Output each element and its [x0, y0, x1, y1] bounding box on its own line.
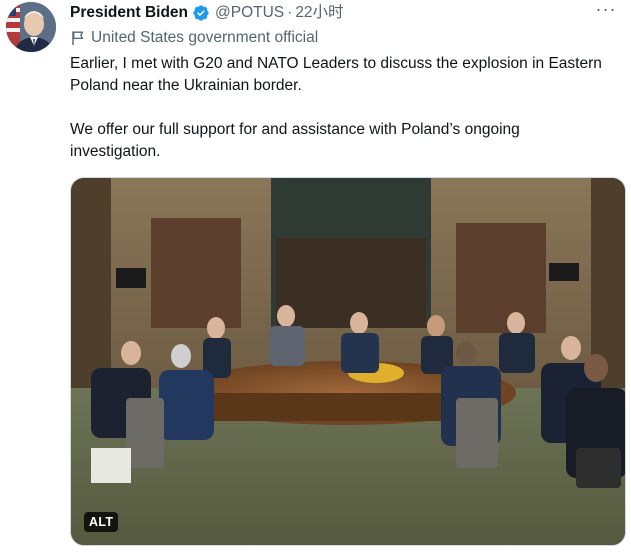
author-handle[interactable]: @POTUS: [215, 3, 284, 23]
separator-dot: ·: [287, 4, 293, 21]
verified-badge-icon: [192, 4, 210, 22]
author-name[interactable]: President Biden: [70, 3, 188, 23]
government-label-text: United States government official: [91, 29, 319, 46]
meeting-photo: [71, 178, 625, 545]
tweet-paragraph: We offer our full support for and assist…: [70, 121, 520, 160]
tweet-photo[interactable]: ALT: [70, 177, 626, 546]
tweet: President Biden @POTUS · 22小时 ··· United…: [0, 0, 631, 555]
avatar-photo: [6, 2, 56, 52]
alt-text-badge[interactable]: ALT: [84, 512, 119, 532]
government-label[interactable]: United States government official: [70, 27, 318, 49]
more-options-icon[interactable]: ···: [595, 0, 617, 24]
flag-icon: [70, 30, 86, 46]
avatar[interactable]: [6, 2, 56, 52]
tweet-header: President Biden @POTUS · 22小时: [70, 2, 344, 24]
tweet-text: Earlier, I met with G20 and NATO Leaders…: [70, 53, 605, 163]
tweet-paragraph: Earlier, I met with G20 and NATO Leaders…: [70, 55, 602, 94]
tweet-timestamp[interactable]: 22小时: [295, 3, 343, 23]
